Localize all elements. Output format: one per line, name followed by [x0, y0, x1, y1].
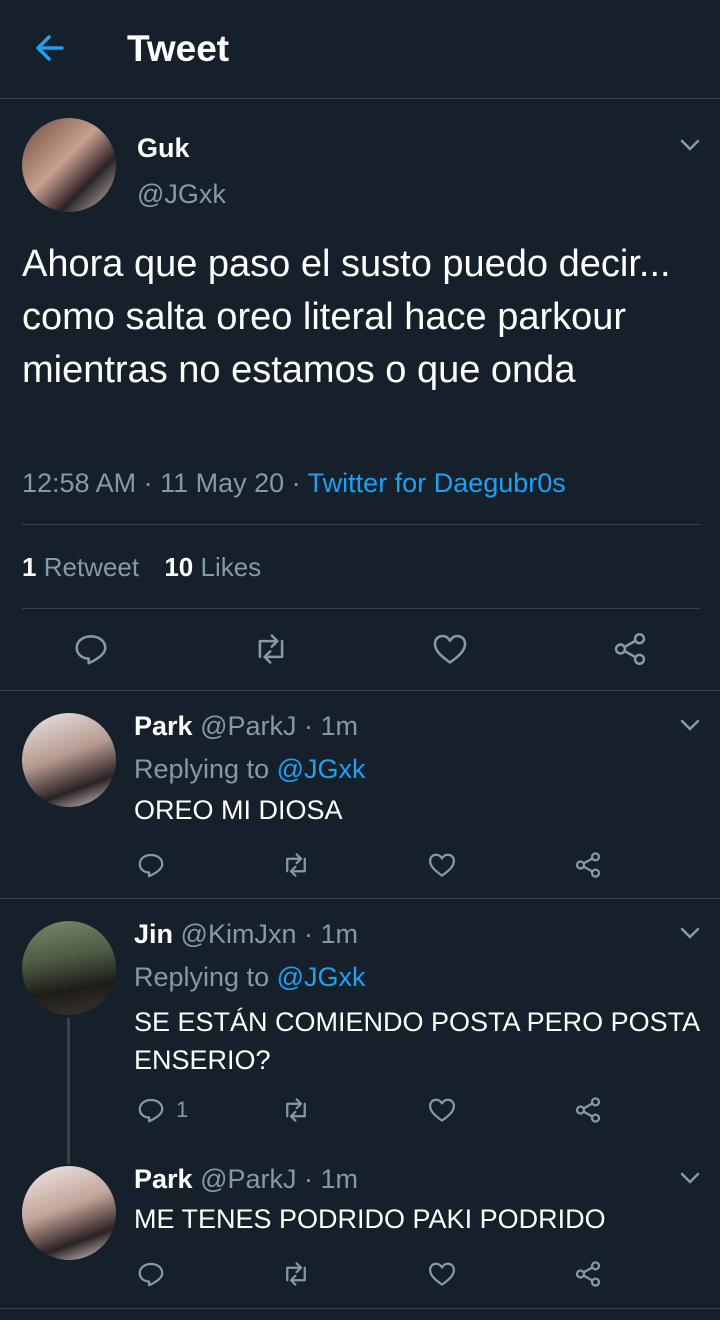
author-name[interactable]: Guk — [137, 133, 190, 164]
chevron-down-icon[interactable] — [678, 713, 702, 737]
divider — [0, 898, 720, 899]
retweet-button[interactable] — [281, 850, 311, 880]
reply-icon — [138, 1098, 164, 1123]
share-button[interactable] — [573, 1259, 603, 1289]
retweet-icon — [286, 1262, 306, 1286]
like-icon — [433, 634, 467, 664]
avatar[interactable] — [22, 1166, 116, 1260]
reply-text: SE ESTÁN COMIENDO POSTA PERO POSTA ENSER… — [134, 1007, 699, 1075]
tweet-stats: 1 Retweet 10 Likes — [22, 552, 261, 583]
reply-header: Jin @KimJxn · 1m — [134, 919, 358, 949]
reply-button[interactable] — [72, 630, 110, 668]
retweet-icon — [258, 634, 284, 664]
share-button[interactable] — [573, 1095, 603, 1125]
share-button[interactable] — [573, 850, 603, 880]
page-title: Tweet — [127, 28, 230, 69]
like-button[interactable] — [427, 1095, 457, 1125]
reply-author-name[interactable]: Park — [134, 711, 193, 741]
reply-time: 1m — [320, 1164, 359, 1194]
reply-author-name[interactable]: Park — [134, 1164, 193, 1194]
share-button[interactable] — [611, 630, 649, 668]
divider — [22, 524, 700, 525]
tweet-time: 12:58 AM — [22, 468, 137, 498]
tweet-date: 11 May 20 — [160, 468, 285, 498]
author-handle[interactable]: @JGxk — [137, 179, 226, 210]
like-icon — [429, 1262, 455, 1286]
replying-to-link[interactable]: @JGxk — [277, 962, 366, 992]
retweet-button[interactable] — [281, 1259, 311, 1289]
divider — [22, 608, 700, 609]
retweet-button[interactable] — [281, 1095, 311, 1125]
divider — [0, 1308, 720, 1309]
like-button[interactable] — [427, 1259, 457, 1289]
reply-button[interactable]: 1 — [136, 1095, 188, 1125]
chevron-down-icon[interactable] — [678, 1166, 702, 1190]
reply-author-handle[interactable]: @ParkJ — [200, 1164, 296, 1194]
reply-text: OREO MI DIOSA — [134, 795, 343, 825]
reply-icon — [138, 853, 164, 878]
like-button[interactable] — [427, 850, 457, 880]
top-bar: Tweet — [0, 0, 720, 99]
replying-to: Replying to @JGxk — [134, 754, 366, 784]
like-icon — [429, 1098, 455, 1122]
reply-icon — [75, 635, 107, 665]
chevron-down-icon[interactable] — [678, 133, 702, 157]
share-icon — [575, 852, 601, 878]
reply-author-name[interactable]: Jin — [134, 919, 173, 949]
retweet-icon — [286, 1098, 306, 1122]
reply-author-handle[interactable]: @KimJxn — [181, 919, 297, 949]
retweet-button[interactable] — [252, 630, 290, 668]
reply-time: 1m — [320, 711, 359, 741]
reply-button[interactable] — [136, 850, 166, 880]
reply-time: 1m — [320, 919, 358, 949]
reply-icon — [138, 1262, 164, 1287]
retweet-icon — [286, 853, 306, 877]
share-icon — [575, 1261, 601, 1287]
divider — [0, 690, 720, 691]
thread-line — [67, 1018, 70, 1164]
reply-text: ME TENES PODRIDO PAKI PODRIDO — [134, 1204, 606, 1234]
retweet-stat[interactable]: 1 Retweet — [22, 552, 139, 582]
reply-button[interactable] — [136, 1259, 166, 1289]
avatar[interactable] — [22, 118, 116, 212]
reply-header: Park @ParkJ · 1m — [134, 711, 359, 741]
likes-stat[interactable]: 10 Likes — [164, 552, 261, 582]
avatar[interactable] — [22, 921, 116, 1015]
reply-count: 1 — [176, 1097, 189, 1122]
avatar[interactable] — [22, 713, 116, 807]
back-arrow-icon — [36, 35, 64, 61]
tweet-text: Ahora que paso el susto puedo decir... c… — [22, 243, 671, 391]
replying-to-link[interactable]: @JGxk — [277, 754, 366, 784]
tweet-source[interactable]: Twitter for Daegubr0s — [308, 468, 566, 498]
replying-to: Replying to @JGxk — [134, 962, 366, 992]
reply-author-handle[interactable]: @ParkJ — [200, 711, 296, 741]
like-button[interactable] — [431, 630, 469, 668]
tweet-meta: 12:58 AM · 11 May 20 · Twitter for Daegu… — [22, 468, 566, 498]
back-button[interactable] — [30, 28, 70, 68]
share-icon — [575, 1097, 601, 1123]
like-icon — [429, 853, 455, 877]
reply-header: Park @ParkJ · 1m — [134, 1164, 359, 1194]
share-icon — [614, 633, 646, 665]
chevron-down-icon[interactable] — [678, 921, 702, 945]
